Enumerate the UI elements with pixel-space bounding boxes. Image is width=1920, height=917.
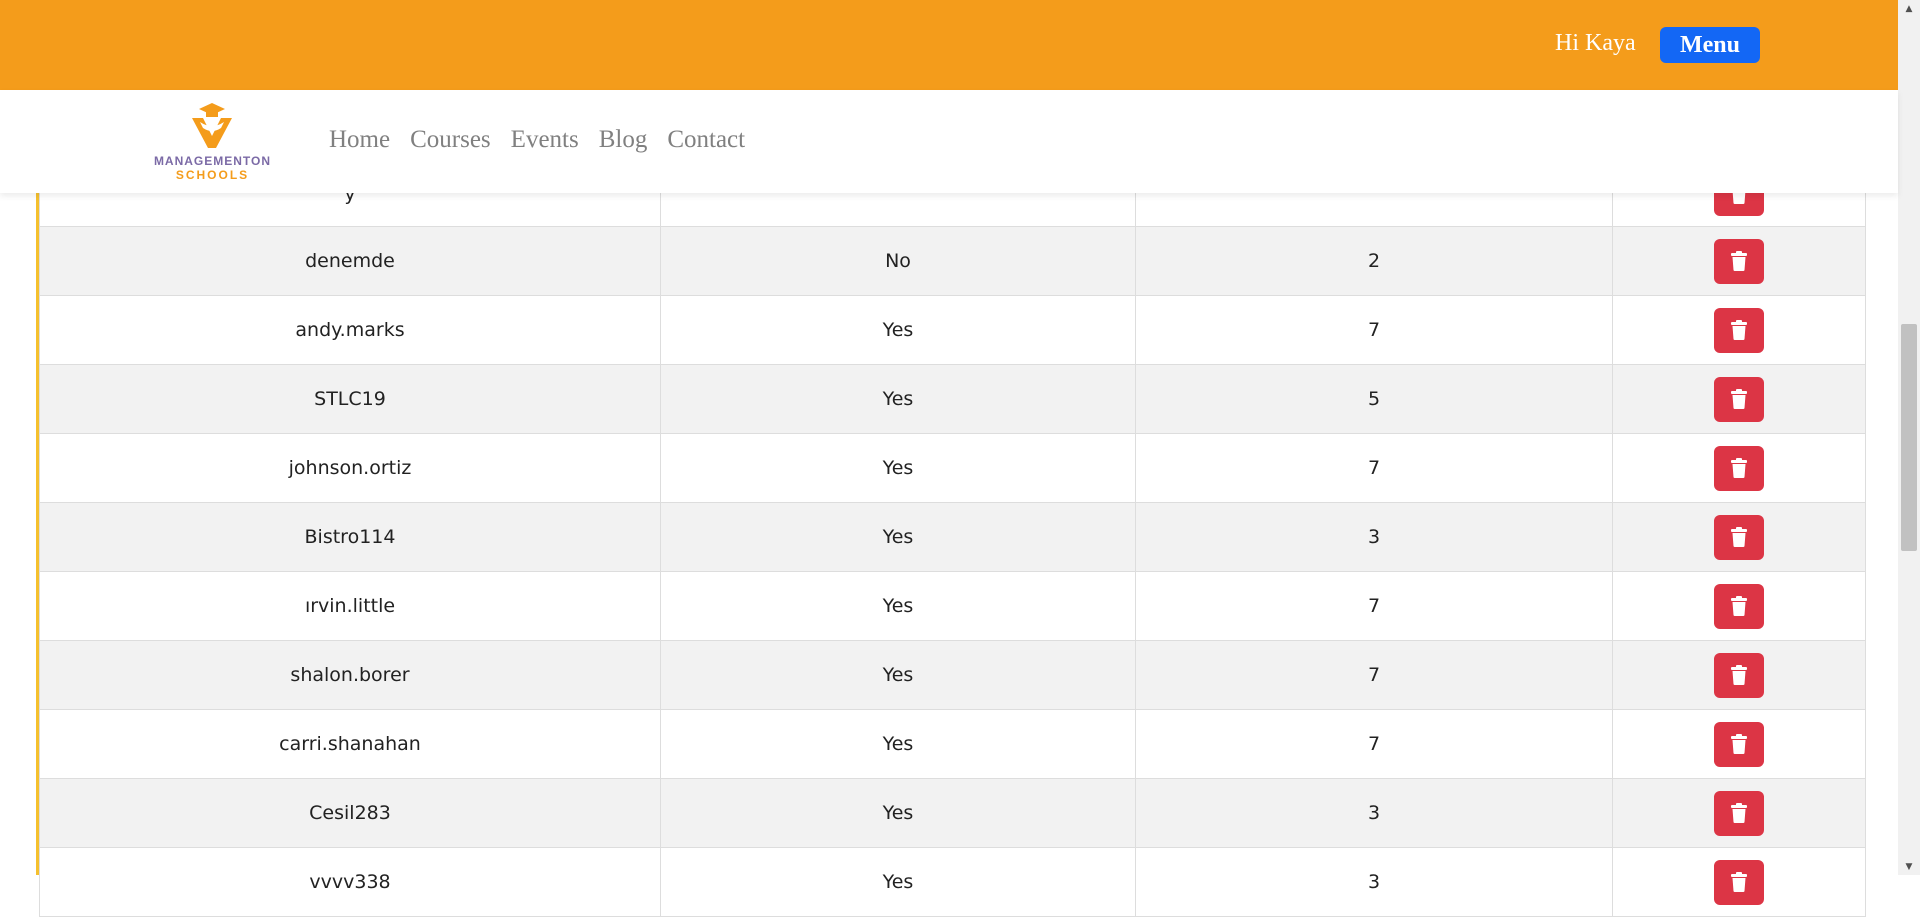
count-cell: 7 <box>1135 433 1613 503</box>
count-cell: 7 <box>1135 295 1613 365</box>
graduation-cap-logo-icon <box>192 103 232 148</box>
active-cell: Yes <box>660 640 1136 710</box>
table-row: STLC19 Yes 5 <box>39 364 1866 434</box>
count-cell: 7 <box>1135 709 1613 779</box>
count-cell: 3 <box>1135 502 1613 572</box>
trash-icon <box>1731 389 1747 409</box>
count-cell: 3 <box>1135 778 1613 848</box>
action-cell <box>1612 709 1866 779</box>
count-cell: 5 <box>1135 364 1613 434</box>
action-cell <box>1612 571 1866 641</box>
delete-button[interactable] <box>1714 376 1764 422</box>
nav-contact[interactable]: Contact <box>667 126 745 154</box>
active-cell: Yes <box>660 364 1136 434</box>
action-cell <box>1612 226 1866 296</box>
scroll-up-arrow-icon[interactable]: ▲ <box>1898 0 1920 17</box>
trash-icon <box>1731 458 1747 478</box>
active-cell: Yes <box>660 847 1136 917</box>
table-row: johnson.ortiz Yes 7 <box>39 433 1866 503</box>
count-cell: 2 <box>1135 226 1613 296</box>
action-cell <box>1612 640 1866 710</box>
action-cell <box>1612 433 1866 503</box>
username-cell: ırvin.little <box>39 571 661 641</box>
active-cell: Yes <box>660 295 1136 365</box>
trash-icon <box>1731 251 1747 271</box>
nav-events[interactable]: Events <box>511 126 579 154</box>
active-cell: Yes <box>660 571 1136 641</box>
action-cell <box>1612 778 1866 848</box>
table-row: ırvin.little Yes 7 <box>39 571 1866 641</box>
table-row: Bistro114 Yes 3 <box>39 502 1866 572</box>
action-cell <box>1612 364 1866 434</box>
users-table-container: y denemde No 2 andy.marks Yes 7 STLC19 Yes 5 john… <box>36 160 1866 917</box>
scrollbar-thumb[interactable] <box>1901 324 1917 551</box>
active-cell: Yes <box>660 433 1136 503</box>
table-row: andy.marks Yes 7 <box>39 295 1866 365</box>
username-cell: johnson.ortiz <box>39 433 661 503</box>
delete-button[interactable] <box>1714 790 1764 836</box>
page-scrollbar[interactable]: ▲ ▼ <box>1898 0 1920 875</box>
table-row: vvvv338 Yes 3 <box>39 847 1866 917</box>
delete-button[interactable] <box>1714 652 1764 698</box>
nav-home[interactable]: Home <box>329 126 390 154</box>
action-cell <box>1612 502 1866 572</box>
active-cell: Yes <box>660 502 1136 572</box>
trash-icon <box>1731 734 1747 754</box>
active-cell: Yes <box>660 778 1136 848</box>
trash-icon <box>1731 596 1747 616</box>
count-cell: 7 <box>1135 640 1613 710</box>
username-cell: carri.shanahan <box>39 709 661 779</box>
username-cell: Bistro114 <box>39 502 661 572</box>
nav-courses[interactable]: Courses <box>410 126 491 154</box>
trash-icon <box>1731 320 1747 340</box>
action-cell <box>1612 847 1866 917</box>
username-cell: denemde <box>39 226 661 296</box>
username-cell: Cesil283 <box>39 778 661 848</box>
table-row: Cesil283 Yes 3 <box>39 778 1866 848</box>
users-table: y denemde No 2 andy.marks Yes 7 STLC19 Yes 5 john… <box>39 160 1866 917</box>
nav-links: Home Courses Events Blog Contact <box>329 126 765 154</box>
delete-button[interactable] <box>1714 307 1764 353</box>
table-row: denemde No 2 <box>39 226 1866 296</box>
active-cell: Yes <box>660 709 1136 779</box>
table-row: shalon.borer Yes 7 <box>39 640 1866 710</box>
delete-button[interactable] <box>1714 514 1764 560</box>
count-cell: 3 <box>1135 847 1613 917</box>
menu-button[interactable]: Menu <box>1660 27 1760 63</box>
action-cell <box>1612 295 1866 365</box>
username-cell: shalon.borer <box>39 640 661 710</box>
scroll-down-arrow-icon[interactable]: ▼ <box>1898 858 1920 875</box>
count-cell: 7 <box>1135 571 1613 641</box>
trash-icon <box>1731 872 1747 892</box>
delete-button[interactable] <box>1714 583 1764 629</box>
logo-text-bottom: SCHOOLS <box>175 168 250 182</box>
trash-icon <box>1731 527 1747 547</box>
trash-icon <box>1731 803 1747 823</box>
delete-button[interactable] <box>1714 859 1764 905</box>
username-cell: vvvv338 <box>39 847 661 917</box>
active-cell: No <box>660 226 1136 296</box>
username-cell: andy.marks <box>39 295 661 365</box>
delete-button[interactable] <box>1714 445 1764 491</box>
table-row: carri.shanahan Yes 7 <box>39 709 1866 779</box>
trash-icon <box>1731 665 1747 685</box>
nav-blog[interactable]: Blog <box>599 126 648 154</box>
username-cell: STLC19 <box>39 364 661 434</box>
delete-button[interactable] <box>1714 238 1764 284</box>
user-greeting: Hi Kaya <box>1555 30 1636 56</box>
site-logo[interactable]: MANAGEMENTON SCHOOLS <box>145 100 280 182</box>
logo-text-top: MANAGEMENTON <box>153 154 272 168</box>
main-navbar: MANAGEMENTON SCHOOLS Home Courses Events… <box>0 90 1898 193</box>
top-bar: Hi Kaya Menu <box>0 0 1898 90</box>
delete-button[interactable] <box>1714 721 1764 767</box>
